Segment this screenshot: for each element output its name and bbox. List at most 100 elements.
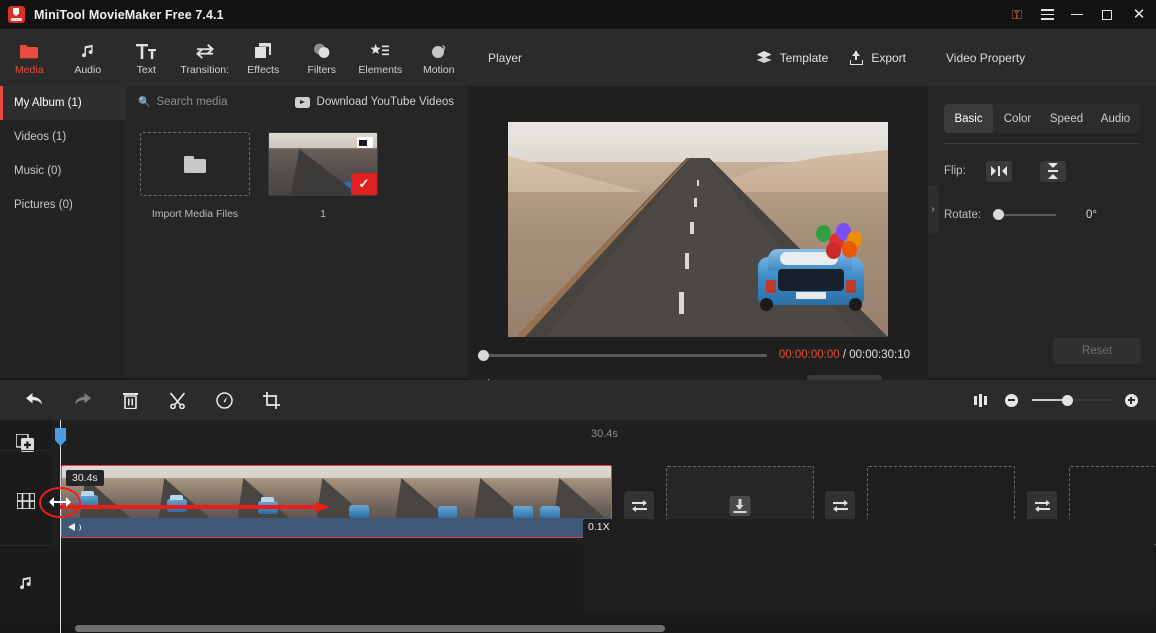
- search-box[interactable]: 🔍: [138, 96, 307, 108]
- delete-button[interactable]: [108, 380, 152, 420]
- tab-audio[interactable]: Audio: [1091, 104, 1140, 133]
- sidebar-item-music[interactable]: Music (0): [0, 154, 126, 188]
- maximize-icon[interactable]: [1092, 0, 1122, 29]
- window-controls: ⚿ ✕: [1002, 0, 1156, 29]
- ribbon-tab-filters[interactable]: Filters: [293, 29, 352, 86]
- transition-icon: [631, 500, 647, 512]
- search-input[interactable]: [156, 96, 307, 108]
- ribbon-tab-transitions[interactable]: Transition:: [176, 29, 235, 86]
- road-dash: [697, 180, 699, 186]
- flip-vertical-icon: [1048, 163, 1058, 179]
- clip-audio-strip: [62, 518, 611, 537]
- export-button[interactable]: Export: [850, 50, 906, 65]
- audio-track-icon: [0, 575, 51, 591]
- player-header-actions: Template Export: [756, 50, 906, 65]
- rotate-slider[interactable]: [993, 209, 1056, 220]
- ribbon-tab-text[interactable]: Text: [117, 29, 176, 86]
- page-title: Video Property: [946, 50, 1026, 65]
- chevron-right-icon: ›: [931, 203, 935, 215]
- timeline-zoom-group: [966, 380, 1146, 420]
- download-youtube-videos-button[interactable]: Download YouTube Videos: [294, 96, 454, 108]
- export-upload-icon: [850, 50, 864, 65]
- sidebar-item-videos[interactable]: Videos (1): [0, 120, 126, 154]
- undo-button[interactable]: [12, 380, 56, 420]
- seek-handle[interactable]: [478, 349, 489, 361]
- media-thumbnail[interactable]: ✓: [268, 132, 378, 196]
- folder-icon: [20, 40, 39, 59]
- crop-button[interactable]: [249, 380, 293, 420]
- ribbon-tab-effects[interactable]: Effects: [234, 29, 293, 86]
- player-panel: Player Template Export 00:00:00:00 / 00:…: [468, 29, 928, 407]
- export-label: Export: [871, 50, 906, 65]
- rotate-value: 0°: [1086, 209, 1097, 221]
- seek-row: 00:00:00:00 / 00:00:30:10: [468, 341, 928, 369]
- close-icon[interactable]: ✕: [1122, 0, 1156, 29]
- zoom-in-icon: [1124, 393, 1138, 407]
- timeline-zoom-slider[interactable]: [1032, 394, 1110, 406]
- split-button[interactable]: [155, 380, 199, 420]
- zoom-in-button[interactable]: [1116, 380, 1146, 420]
- rotate-handle[interactable]: [993, 209, 1004, 220]
- zoom-out-button[interactable]: [996, 380, 1026, 420]
- sidebar-item-my-album[interactable]: My Album (1): [0, 86, 126, 120]
- key-icon[interactable]: ⚿: [1002, 0, 1032, 29]
- clip-frame: [457, 466, 536, 520]
- ribbon-tab-audio[interactable]: Audio: [59, 29, 118, 86]
- import-dropzone[interactable]: [140, 132, 250, 196]
- add-transition-button[interactable]: [825, 491, 855, 521]
- seek-slider[interactable]: [478, 349, 767, 361]
- sidebar-item-pictures[interactable]: Pictures (0): [0, 188, 126, 222]
- ribbon-tab-label: Effects: [247, 63, 280, 76]
- ribbon-tab-media[interactable]: Media: [0, 29, 59, 86]
- ribbon-tab-label: Text: [136, 63, 156, 76]
- library-content: 🔍 Download YouTube Videos Import Media F…: [126, 86, 468, 378]
- sidebar-item-label: Videos (1): [14, 131, 67, 143]
- speed-button[interactable]: [202, 380, 246, 420]
- resize-cursor-icon: [49, 497, 71, 508]
- check-icon: ✓: [351, 173, 377, 195]
- video-preview[interactable]: [508, 122, 888, 337]
- redo-button[interactable]: [60, 380, 104, 420]
- tab-basic[interactable]: Basic: [944, 104, 993, 133]
- add-transition-button[interactable]: [624, 491, 654, 521]
- media-item-label: 1: [320, 208, 326, 220]
- ribbon-tab-label: Audio: [74, 63, 102, 76]
- preview-car: [758, 223, 864, 311]
- tab-color[interactable]: Color: [993, 104, 1042, 133]
- speedometer-icon: [215, 391, 233, 409]
- preview-area: [468, 86, 928, 341]
- speaker-icon[interactable]: [68, 522, 81, 533]
- template-button[interactable]: Template: [756, 51, 828, 65]
- clip-frame: [220, 466, 299, 520]
- reset-button[interactable]: Reset: [1053, 338, 1141, 364]
- panel-collapse-handle[interactable]: ›: [928, 185, 938, 233]
- timeline-ruler[interactable]: 0s 30.4s: [51, 420, 1156, 450]
- flip-horizontal-button[interactable]: [986, 160, 1012, 182]
- folder-icon: [184, 155, 206, 173]
- tab-label: Color: [1003, 112, 1032, 125]
- video-clip[interactable]: [61, 465, 612, 538]
- add-transition-button[interactable]: [1027, 491, 1057, 521]
- ruler-label: 30.4s: [591, 428, 618, 440]
- import-media-label: Import Media Files: [151, 208, 239, 220]
- track-gutter: [0, 420, 51, 633]
- clip-speed-badge: 0.1X: [583, 519, 1154, 612]
- timeline-horizontal-scrollbar[interactable]: [75, 625, 665, 632]
- tab-speed[interactable]: Speed: [1042, 104, 1091, 133]
- ribbon-tab-motion[interactable]: Motion: [410, 29, 469, 86]
- road-dash: [679, 292, 684, 314]
- zoom-handle[interactable]: [1061, 394, 1073, 406]
- menu-icon[interactable]: [1032, 0, 1062, 29]
- media-item[interactable]: ✓ 1: [268, 132, 378, 220]
- player-header: Player Template Export: [468, 29, 928, 86]
- clip-frame: [141, 466, 220, 520]
- ribbon-tab-elements[interactable]: Elements: [351, 29, 410, 86]
- import-media-tile[interactable]: Import Media Files: [140, 132, 250, 220]
- flip-vertical-button[interactable]: [1040, 160, 1066, 182]
- media-library-panel: My Album (1) Videos (1) Music (0) Pictur…: [0, 86, 468, 378]
- module-ribbon: Media Audio Text Transition: Effects Fil…: [0, 29, 468, 86]
- playhead[interactable]: [55, 420, 66, 633]
- minimize-icon[interactable]: [1062, 0, 1092, 29]
- undo-arrow-icon: [25, 393, 42, 405]
- fit-timeline-button[interactable]: [966, 380, 996, 420]
